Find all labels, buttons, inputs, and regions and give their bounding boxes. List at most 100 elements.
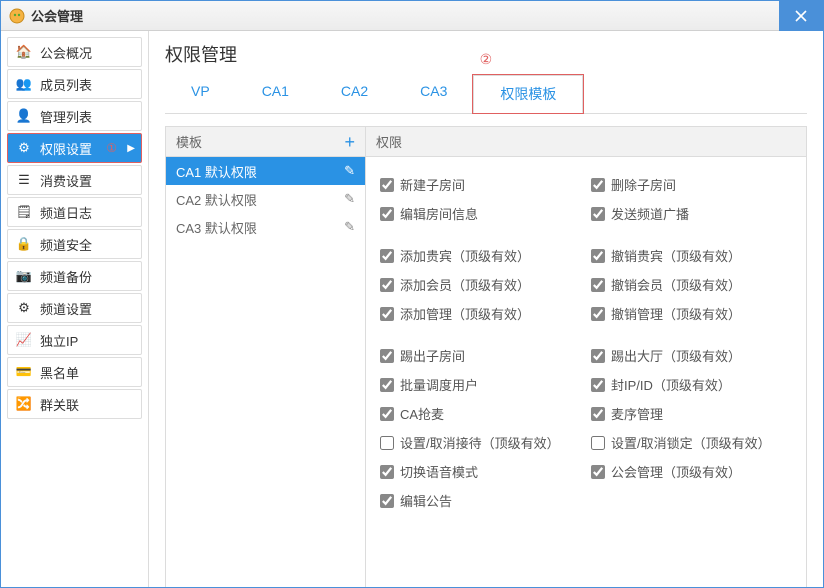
permission-item[interactable]: 公会管理（顶级有效）: [591, 462, 792, 481]
permission-label: CA抢麦: [400, 404, 444, 423]
permission-item[interactable]: 撤销会员（顶级有效）: [591, 275, 792, 294]
sidebar-icon: 📈: [16, 332, 32, 348]
content-row: 模板 + CA1 默认权限✎CA2 默认权限✎CA3 默认权限✎ 权限 新建子房…: [165, 126, 807, 587]
sidebar-icon: ⚙: [16, 140, 32, 156]
permission-checkbox[interactable]: [380, 278, 394, 292]
template-panel: 模板 + CA1 默认权限✎CA2 默认权限✎CA3 默认权限✎: [166, 127, 366, 587]
permission-checkbox[interactable]: [380, 378, 394, 392]
permission-item[interactable]: 封IP/ID（顶级有效）: [591, 375, 792, 394]
permission-item[interactable]: 撤销贵宾（顶级有效）: [591, 246, 792, 265]
sidebar-icon: 👤: [16, 108, 32, 124]
permission-checkbox[interactable]: [380, 207, 394, 221]
permission-item[interactable]: 编辑房间信息: [380, 204, 581, 223]
permission-checkbox[interactable]: [591, 378, 605, 392]
permission-checkbox[interactable]: [380, 249, 394, 263]
permission-item[interactable]: 添加会员（顶级有效）: [380, 275, 581, 294]
edit-icon[interactable]: ✎: [344, 191, 355, 207]
permission-item[interactable]: 添加管理（顶级有效）: [380, 304, 581, 323]
main-panel: 权限管理 ② VPCA1CA2CA3权限模板 模板 + CA1 默认权限✎CA2…: [149, 31, 823, 587]
sidebar-item-9[interactable]: 📈独立IP: [7, 325, 142, 355]
sidebar-item-6[interactable]: 🔒频道安全: [7, 229, 142, 259]
tab-CA2[interactable]: CA2: [315, 75, 394, 113]
permission-checkbox[interactable]: [591, 407, 605, 421]
permission-item[interactable]: 设置/取消锁定（顶级有效）: [591, 433, 792, 452]
sidebar-item-0[interactable]: 🏠公会概况: [7, 37, 142, 67]
sidebar-item-7[interactable]: 📷 频道备份: [7, 261, 142, 291]
sidebar-icon: 📷: [16, 268, 32, 284]
permission-checkbox[interactable]: [380, 349, 394, 363]
permission-label: 删除子房间: [611, 175, 676, 194]
sidebar-item-11[interactable]: 🔀群关联: [7, 389, 142, 419]
sidebar-item-4[interactable]: ☰消费设置: [7, 165, 142, 195]
permission-checkbox[interactable]: [380, 307, 394, 321]
sidebar-item-3[interactable]: ⚙权限设置①▶: [7, 133, 142, 163]
permission-label: 麦序管理: [611, 404, 663, 423]
permission-checkbox[interactable]: [591, 307, 605, 321]
close-button[interactable]: [779, 1, 823, 31]
permission-checkbox[interactable]: [591, 207, 605, 221]
permission-item[interactable]: CA抢麦: [380, 404, 581, 423]
permission-checkbox[interactable]: [591, 278, 605, 292]
permission-group: 新建子房间 删除子房间编辑房间信息 发送频道广播: [380, 167, 792, 237]
tab-权限模板[interactable]: 权限模板: [473, 75, 583, 114]
permission-item[interactable]: 添加贵宾（顶级有效）: [380, 246, 581, 265]
permission-label: 编辑房间信息: [400, 204, 478, 223]
permission-label: 添加贵宾（顶级有效）: [400, 246, 530, 265]
permission-item[interactable]: 踢出大厅（顶级有效）: [591, 346, 792, 365]
sidebar-icon: 🔀: [16, 396, 32, 412]
template-header-label: 模板: [176, 132, 202, 151]
permission-item[interactable]: 发送频道广播: [591, 204, 792, 223]
permission-header-label: 权限: [376, 132, 402, 151]
edit-icon[interactable]: ✎: [344, 219, 355, 235]
permission-item[interactable]: 编辑公告: [380, 491, 581, 510]
sidebar-item-label: 公会概况: [40, 43, 92, 62]
permission-checkbox[interactable]: [591, 349, 605, 363]
tab-CA3[interactable]: CA3: [394, 75, 473, 113]
permission-checkbox[interactable]: [591, 178, 605, 192]
permission-item[interactable]: 设置/取消接待（顶级有效）: [380, 433, 581, 452]
add-template-button[interactable]: +: [344, 133, 355, 151]
permission-group: 添加贵宾（顶级有效） 撤销贵宾（顶级有效） 添加会员（顶级有效） 撤销会员（顶级有效）…: [380, 237, 792, 337]
body: 🏠公会概况👥成员列表👤管理列表⚙权限设置①▶☰消费设置🗒频道日志🔒频道安全📷频道…: [1, 31, 823, 587]
sidebar-item-1[interactable]: 👥成员列表: [7, 69, 142, 99]
annotation-1: ①: [106, 141, 117, 155]
template-header: 模板 +: [166, 127, 365, 157]
permission-label: 封IP/ID（顶级有效）: [611, 375, 731, 394]
permission-checkbox[interactable]: [380, 465, 394, 479]
template-item[interactable]: CA1 默认权限 ✎: [166, 157, 365, 185]
permission-item[interactable]: 批量调度用户: [380, 375, 581, 394]
tabs-container: ② VPCA1CA2CA3权限模板: [165, 75, 807, 114]
window-title: 公会管理: [31, 6, 83, 25]
permission-label: 公会管理（顶级有效）: [611, 462, 741, 481]
sidebar-item-label: 频道备份: [40, 267, 92, 286]
permission-item[interactable]: 删除子房间: [591, 175, 792, 194]
sidebar-item-label: 权限设置: [40, 139, 92, 158]
permission-label: 设置/取消接待（顶级有效）: [400, 433, 560, 452]
permission-checkbox[interactable]: [380, 436, 394, 450]
template-item[interactable]: CA3 默认权限✎: [166, 213, 365, 241]
permission-item[interactable]: 切换语音模式: [380, 462, 581, 481]
app-window: 公会管理 🏠公会概况👥成员列表👤管理列表⚙权限设置①▶☰消费设置🗒频道日志🔒频道…: [0, 0, 824, 588]
tab-CA1[interactable]: CA1: [236, 75, 315, 113]
tab-VP[interactable]: VP: [165, 75, 236, 113]
permission-checkbox[interactable]: [591, 465, 605, 479]
edit-icon[interactable]: ✎: [344, 163, 355, 179]
permission-item[interactable]: 新建子房间: [380, 175, 581, 194]
sidebar-item-5[interactable]: 🗒频道日志: [7, 197, 142, 227]
sidebar-item-label: 成员列表: [40, 75, 92, 94]
permission-label: 编辑公告: [400, 491, 452, 510]
sidebar-item-10[interactable]: 💳黑名单: [7, 357, 142, 387]
permission-checkbox[interactable]: [591, 436, 605, 450]
permission-checkbox[interactable]: [380, 407, 394, 421]
permission-item[interactable]: 踢出子房间: [380, 346, 581, 365]
permission-checkbox[interactable]: [380, 178, 394, 192]
permission-item[interactable]: 麦序管理: [591, 404, 792, 423]
template-item[interactable]: CA2 默认权限✎: [166, 185, 365, 213]
sidebar-item-8[interactable]: ⚙频道设置: [7, 293, 142, 323]
permission-checkbox[interactable]: [591, 249, 605, 263]
permission-item[interactable]: 撤销管理（顶级有效）: [591, 304, 792, 323]
template-item-label: CA1 默认权限: [176, 162, 257, 181]
sidebar-item-2[interactable]: 👤管理列表: [7, 101, 142, 131]
permission-checkbox[interactable]: [380, 494, 394, 508]
permission-label: 新建子房间: [400, 175, 465, 194]
